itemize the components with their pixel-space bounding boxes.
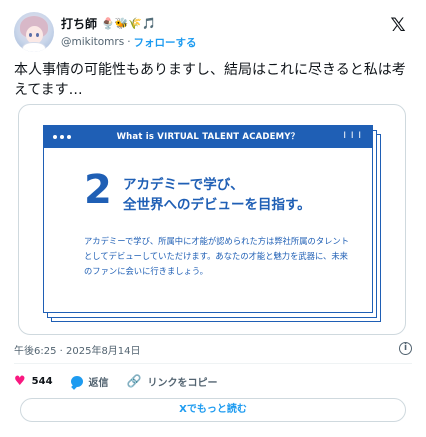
follow-button[interactable]: フォローする [134,35,197,50]
like-button[interactable]: ♥ 544 [14,375,53,388]
tweet-timestamp[interactable]: 午後6:25 · 2025年8月14日 [14,342,141,357]
separator-dot: · [127,36,131,48]
card-number: 2 [84,167,112,213]
bar-marks: I I I [343,131,362,141]
reply-bubble-icon [70,375,83,387]
divider [14,363,412,364]
read-more-button[interactable]: Xでもっと読む [20,398,406,422]
tweet-text: 本人事情の可能性もありますし、結局はこれに尽きると私は考えてます… [14,62,406,98]
user-handle[interactable]: @mikitomrs [61,36,124,48]
reply-button[interactable]: 返信 [70,374,109,389]
info-icon[interactable]: i [399,342,412,355]
name-row: 打ち師 🍨🐝🌾🎵 [61,14,156,32]
tweet-media-image[interactable]: What is VIRTUAL TALENT ACADEMY？ I I I 2 … [18,104,406,335]
reply-label: 返信 [88,377,109,389]
handle-row: @mikitomrs · フォローする [61,34,197,50]
card-bar-title: What is VIRTUAL TALENT ACADEMY？ [116,132,300,142]
card-body-text: アカデミーで学び、所属中に才能が認められた方は弊社所属のタレントとしてデビューし… [84,236,350,276]
copy-link-button[interactable]: 🔗 リンクをコピー [127,374,218,389]
tweet-header: 打ち師 🍨🐝🌾🎵 @mikitomrs · フォローする 𝕏 [14,12,412,52]
x-logo-icon[interactable]: 𝕏 [388,15,408,35]
card-title-bar: What is VIRTUAL TALENT ACADEMY？ I I I [44,126,372,148]
action-bar: ♥ 544 返信 🔗 リンクをコピー [14,372,235,390]
academy-card: What is VIRTUAL TALENT ACADEMY？ I I I 2 … [43,125,373,313]
name-emojis: 🍨🐝🌾🎵 [101,16,156,30]
link-icon: 🔗 [126,374,142,388]
avatar[interactable] [14,12,54,52]
card-headline-line1: アカデミーで学び、 [123,177,244,193]
card-headline-line2: 全世界へのデビューを目指す。 [123,197,311,213]
display-name[interactable]: 打ち師 [61,15,97,32]
heart-icon: ♥ [14,373,26,389]
like-count: 544 [31,375,53,387]
copy-link-label: リンクをコピー [147,377,218,389]
